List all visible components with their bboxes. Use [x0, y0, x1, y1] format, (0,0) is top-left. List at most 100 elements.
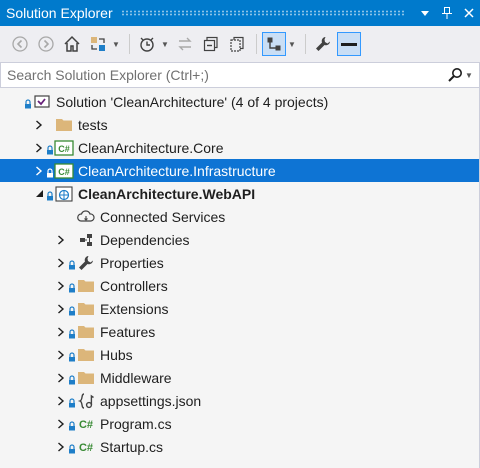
pin-icon[interactable]	[436, 2, 458, 24]
lock-icon	[68, 417, 76, 431]
search-input[interactable]	[1, 67, 431, 83]
title-bar: Solution Explorer	[0, 0, 480, 26]
lock-icon	[24, 95, 32, 109]
svg-text:C#: C#	[58, 167, 70, 177]
lock-icon	[46, 164, 54, 178]
tree-item[interactable]: Controllers	[0, 274, 479, 297]
collapse-all-icon[interactable]	[199, 32, 223, 56]
home-icon[interactable]	[60, 32, 84, 56]
folder-icon	[76, 277, 96, 295]
tree-item-label: Dependencies	[100, 231, 190, 248]
expand-arrow-icon[interactable]	[32, 141, 46, 155]
tree-item[interactable]: C# Startup.cs	[0, 435, 479, 458]
close-icon[interactable]	[458, 2, 480, 24]
folder-icon	[76, 323, 96, 341]
tree-item[interactable]: Connected Services	[0, 205, 479, 228]
pending-changes-filter-icon[interactable]	[135, 32, 159, 56]
tree-item[interactable]: Solution 'CleanArchitecture' (4 of 4 pro…	[0, 90, 479, 113]
tree-item[interactable]: C# CleanArchitecture.Core	[0, 136, 479, 159]
toolbar-separator	[129, 34, 130, 54]
expand-arrow-icon[interactable]	[54, 233, 68, 247]
sync-with-document-icon[interactable]	[173, 32, 197, 56]
tree-item[interactable]: Hubs	[0, 343, 479, 366]
title-grip[interactable]	[120, 10, 406, 16]
csharp-project-icon: C#	[54, 162, 74, 180]
folder-icon	[76, 369, 96, 387]
window-title: Solution Explorer	[6, 5, 113, 21]
expand-arrow-icon[interactable]	[54, 417, 68, 431]
connected-services-icon	[76, 208, 96, 226]
tree-item[interactable]: C# Program.cs	[0, 412, 479, 435]
tree-item[interactable]: appsettings.json	[0, 389, 479, 412]
tree-item-label: appsettings.json	[100, 392, 202, 409]
csharp-file-icon: C#	[76, 438, 96, 456]
tree-item-label: CleanArchitecture.Infrastructure	[78, 162, 276, 179]
tree-item[interactable]: C# CleanArchitecture.Infrastructure	[0, 159, 479, 182]
tree-item-label: Hubs	[100, 346, 133, 363]
collapse-arrow-icon[interactable]	[32, 187, 46, 201]
show-all-files-icon[interactable]	[225, 32, 249, 56]
lock-icon	[68, 440, 76, 454]
preview-dropdown-icon[interactable]: ▼	[288, 40, 296, 49]
window-position-dropdown-icon[interactable]	[414, 2, 436, 24]
tree-item[interactable]: tests	[0, 113, 479, 136]
search-options-dropdown-icon[interactable]: ▼	[465, 71, 479, 80]
lock-icon	[46, 141, 54, 155]
folder-icon	[76, 346, 96, 364]
svg-text:C#: C#	[79, 419, 93, 431]
tree-item[interactable]: Dependencies	[0, 228, 479, 251]
tree-item-label: Controllers	[100, 277, 168, 294]
switch-views-dropdown-icon[interactable]: ▼	[112, 40, 120, 49]
preview-selected-items-icon[interactable]	[262, 32, 286, 56]
tree-item-label: tests	[78, 116, 108, 133]
toolbar-separator	[256, 34, 257, 54]
switch-views-icon[interactable]	[86, 32, 110, 56]
csharp-file-icon: C#	[76, 415, 96, 433]
search-icon[interactable]	[431, 63, 465, 87]
back-icon[interactable]	[8, 32, 32, 56]
tree-item-label: Solution 'CleanArchitecture' (4 of 4 pro…	[56, 93, 329, 110]
web-project-icon	[54, 185, 74, 203]
expand-arrow-icon[interactable]	[54, 348, 68, 362]
json-file-icon	[76, 392, 96, 410]
lock-icon	[68, 256, 76, 270]
expand-arrow-icon[interactable]	[54, 440, 68, 454]
pending-changes-dropdown-icon[interactable]: ▼	[161, 40, 169, 49]
expand-arrow-icon[interactable]	[54, 325, 68, 339]
toolbar: ▼ ▼ ▼	[0, 26, 480, 62]
tree-item[interactable]: Extensions	[0, 297, 479, 320]
expand-arrow-icon[interactable]	[54, 302, 68, 316]
lock-icon	[46, 187, 54, 201]
lock-spacer	[46, 118, 54, 132]
tree-item-label: Connected Services	[100, 208, 226, 225]
forward-icon[interactable]	[34, 32, 58, 56]
expand-arrow-icon[interactable]	[32, 164, 46, 178]
wrench-icon	[76, 254, 96, 272]
expand-arrow-icon[interactable]	[54, 256, 68, 270]
lock-icon	[68, 348, 76, 362]
solution-tree: Solution 'CleanArchitecture' (4 of 4 pro…	[0, 88, 480, 468]
lock-icon	[68, 371, 76, 385]
tree-item-label: CleanArchitecture.Core	[78, 139, 224, 156]
expand-arrow-icon[interactable]	[54, 279, 68, 293]
tree-item-label: Extensions	[100, 300, 169, 317]
lock-icon	[68, 325, 76, 339]
lock-icon	[68, 302, 76, 316]
tree-item[interactable]: Middleware	[0, 366, 479, 389]
folder-icon	[76, 300, 96, 318]
properties-wrench-icon[interactable]	[311, 32, 335, 56]
dependencies-icon	[76, 231, 96, 249]
tree-item[interactable]: Properties	[0, 251, 479, 274]
search-box: ▼	[0, 62, 480, 88]
solution-icon	[32, 93, 52, 111]
lock-spacer	[68, 233, 76, 247]
tree-item[interactable]: CleanArchitecture.WebAPI	[0, 182, 479, 205]
expand-arrow-icon[interactable]	[32, 118, 46, 132]
expand-arrow-icon[interactable]	[54, 394, 68, 408]
lock-spacer	[68, 210, 76, 224]
tree-item-label: CleanArchitecture.WebAPI	[78, 185, 256, 202]
expand-arrow-icon[interactable]	[54, 371, 68, 385]
tree-item[interactable]: Features	[0, 320, 479, 343]
auto-hide-icon[interactable]	[337, 32, 361, 56]
